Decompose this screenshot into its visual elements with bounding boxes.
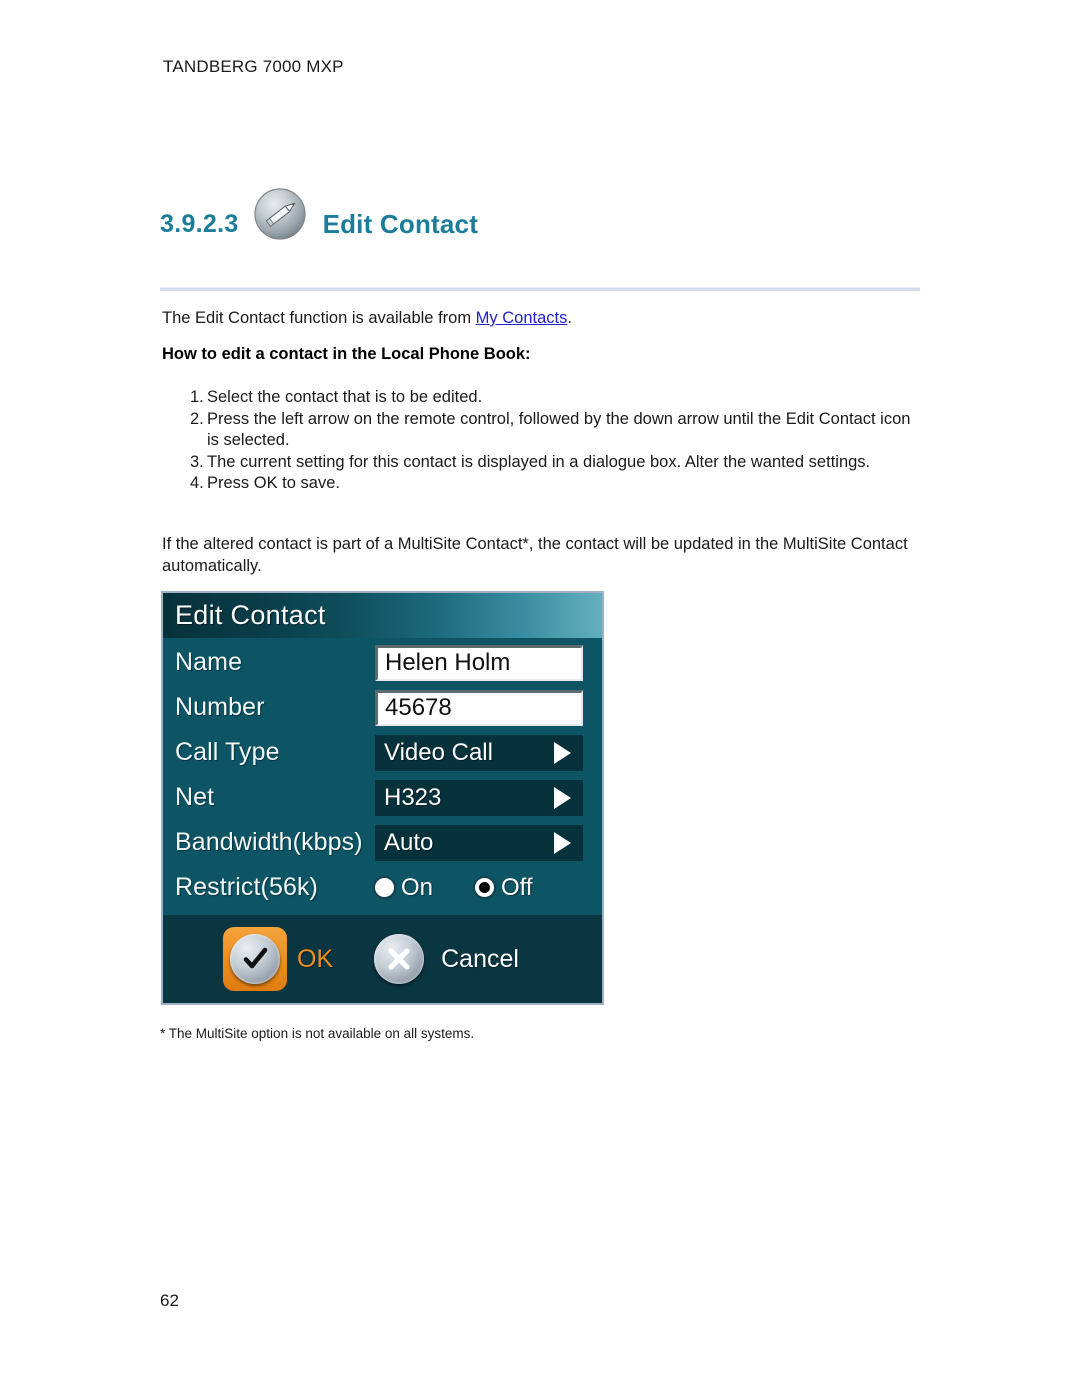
list-item: 3. The current setting for this contact … — [162, 452, 922, 474]
page-title: Edit Contact — [322, 208, 479, 239]
restrict-radio-off[interactable]: Off — [475, 874, 533, 902]
multisite-paragraph: If the altered contact is part of a Mult… — [162, 535, 908, 575]
dialog-title-bar: Edit Contact — [163, 593, 602, 638]
intro-paragraph: The Edit Contact function is available f… — [162, 309, 572, 328]
chevron-right-icon — [554, 831, 571, 854]
list-item-number: 1. — [190, 388, 204, 406]
call-type-value: Video Call — [384, 738, 493, 766]
section-heading: 3.9.2.3 Edit Contact — [160, 188, 479, 243]
list-item-text: Press OK to save. — [207, 474, 340, 492]
radio-selected-icon — [475, 878, 495, 897]
net-select[interactable]: H323 — [375, 779, 583, 816]
footnote: * The MultiSite option is not available … — [160, 1026, 475, 1041]
list-item: 1. Select the contact that is to be edit… — [162, 387, 922, 409]
steps-list: 1. Select the contact that is to be edit… — [162, 387, 922, 495]
field-row-net: Net H323 — [163, 775, 602, 820]
field-label-call-type: Call Type — [175, 738, 280, 766]
net-value: H323 — [384, 783, 442, 811]
ok-button-label: OK — [297, 944, 334, 973]
field-label-restrict: Restrict(56k) — [175, 873, 318, 901]
list-item-text: Select the contact that is to be edited. — [207, 388, 483, 406]
dialog-button-bar: OK Cancel — [163, 915, 602, 1003]
intro-prefix: The Edit Contact function is available f… — [162, 309, 476, 327]
close-x-icon — [374, 934, 425, 984]
heading-divider — [160, 287, 920, 291]
running-header: TANDBERG 7000 MXP — [163, 57, 344, 76]
number-input[interactable]: 45678 — [375, 689, 583, 726]
dialog-title: Edit Contact — [175, 600, 326, 630]
cancel-button-label: Cancel — [441, 944, 519, 973]
bandwidth-select[interactable]: Auto — [375, 824, 583, 861]
field-row-restrict: Restrict(56k) On Off — [163, 865, 602, 910]
restrict-radio-group: On Off — [375, 874, 583, 902]
list-item-number: 4. — [190, 474, 204, 492]
field-label-bandwidth: Bandwidth(kbps) — [175, 828, 363, 856]
list-item-text: The current setting for this contact is … — [207, 452, 871, 471]
radio-unselected-icon — [375, 878, 394, 897]
list-item-number: 3. — [190, 452, 204, 471]
pencil-edit-icon — [251, 185, 309, 243]
page-number: 62 — [160, 1291, 179, 1310]
my-contacts-link[interactable]: My Contacts — [476, 309, 568, 327]
restrict-off-label: Off — [501, 873, 533, 901]
field-label-number: Number — [175, 693, 265, 721]
list-item-text: Press the left arrow on the remote contr… — [207, 409, 911, 450]
dialog-body: Name Helen Holm Number 45678 Call Type V… — [163, 638, 602, 910]
ok-button-highlight — [223, 927, 287, 991]
section-number: 3.9.2.3 — [160, 209, 239, 238]
subheading: How to edit a contact in the Local Phone… — [162, 345, 531, 363]
restrict-radio-on[interactable]: On — [375, 874, 433, 902]
call-type-select[interactable]: Video Call — [375, 734, 583, 771]
cancel-button-chip — [367, 927, 431, 991]
cancel-button[interactable]: Cancel — [367, 927, 519, 991]
ok-button[interactable]: OK — [223, 927, 333, 991]
intro-suffix: . — [567, 309, 572, 327]
name-input[interactable]: Helen Holm — [375, 644, 583, 681]
field-row-number: Number 45678 — [163, 685, 602, 730]
field-row-name: Name Helen Holm — [163, 640, 602, 685]
edit-contact-dialog-screenshot: Edit Contact Name Helen Holm Number 4567… — [161, 591, 604, 1005]
list-item: 2. Press the left arrow on the remote co… — [162, 409, 922, 452]
list-item: 4. Press OK to save. — [162, 473, 922, 495]
checkmark-icon — [230, 934, 280, 984]
field-row-call-type: Call Type Video Call — [163, 730, 602, 775]
restrict-on-label: On — [401, 873, 434, 901]
field-label-net: Net — [175, 783, 215, 811]
chevron-right-icon — [554, 741, 571, 764]
list-item-number: 2. — [190, 409, 204, 428]
field-row-bandwidth: Bandwidth(kbps) Auto — [163, 820, 602, 865]
chevron-right-icon — [554, 786, 571, 809]
field-label-name: Name — [175, 648, 243, 676]
bandwidth-value: Auto — [384, 828, 434, 856]
